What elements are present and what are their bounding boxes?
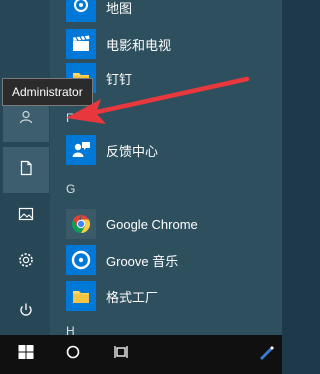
groove-disc-icon bbox=[66, 245, 96, 275]
chrome-icon bbox=[66, 209, 96, 239]
document-icon bbox=[17, 159, 35, 182]
power-icon bbox=[17, 301, 35, 324]
start-button[interactable] bbox=[3, 335, 49, 374]
section-header-f[interactable]: F bbox=[66, 111, 73, 125]
cortana-circle-icon bbox=[64, 343, 82, 366]
section-header-g[interactable]: G bbox=[66, 182, 75, 196]
app-format-factory-label: 格式工厂 bbox=[106, 289, 159, 305]
app-maps-label: 地图 bbox=[106, 0, 133, 16]
task-view-icon bbox=[112, 343, 130, 366]
user-icon bbox=[17, 108, 35, 131]
app-feedback-hub[interactable]: 反馈中心 bbox=[66, 135, 158, 165]
app-list: 地图 电影和电视 钉钉 F 反馈中心 G Google Chrome Groov… bbox=[50, 0, 282, 335]
settings-gear-icon bbox=[17, 251, 35, 274]
folder-icon bbox=[66, 281, 96, 311]
app-movies-tv-label: 电影和电视 bbox=[106, 37, 172, 53]
feedback-person-icon bbox=[66, 135, 96, 165]
app-groove-music[interactable]: Groove 音乐 bbox=[66, 245, 178, 275]
taskbar bbox=[0, 335, 282, 374]
user-tooltip: Administrator bbox=[2, 78, 93, 106]
app-google-chrome[interactable]: Google Chrome bbox=[66, 209, 198, 239]
documents-button[interactable] bbox=[3, 147, 49, 193]
map-pin-icon bbox=[66, 0, 96, 22]
task-view-button[interactable] bbox=[98, 335, 144, 374]
start-menu: 地图 电影和电视 钉钉 F 反馈中心 G Google Chrome Groov… bbox=[0, 0, 282, 335]
app-groove-music-label: Groove 音乐 bbox=[106, 253, 179, 269]
windows-start-icon bbox=[17, 343, 35, 366]
power-button[interactable] bbox=[3, 289, 49, 335]
section-header-h[interactable]: H bbox=[66, 324, 75, 335]
app-movies-tv[interactable]: 电影和电视 bbox=[66, 29, 171, 59]
pen-workspace-button[interactable] bbox=[250, 335, 282, 374]
pictures-button[interactable] bbox=[3, 193, 49, 239]
pictures-icon bbox=[17, 205, 35, 228]
app-format-factory[interactable]: 格式工厂 bbox=[66, 281, 158, 311]
start-left-rail bbox=[0, 0, 50, 335]
app-dingding-label: 钉钉 bbox=[106, 71, 133, 87]
cortana-button[interactable] bbox=[50, 335, 96, 374]
clapperboard-icon bbox=[66, 29, 96, 59]
settings-button[interactable] bbox=[3, 239, 49, 285]
app-feedback-hub-label: 反馈中心 bbox=[106, 143, 159, 159]
app-maps[interactable]: 地图 bbox=[66, 0, 132, 22]
app-google-chrome-label: Google Chrome bbox=[106, 216, 198, 232]
pen-workspace-icon bbox=[257, 343, 275, 366]
